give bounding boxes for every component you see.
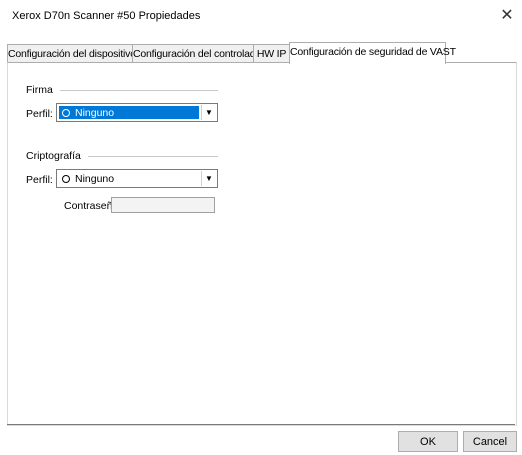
selection-area: Ninguno: [59, 172, 199, 185]
footer-divider: [7, 424, 515, 425]
cripto-profile-value: Ninguno: [75, 173, 115, 185]
tab-driver-settings[interactable]: Configuración del controlador: [132, 44, 265, 63]
cripto-profile-label: Perfil:: [26, 174, 53, 186]
tab-panel: Firma Perfil: Ninguno ▼ Criptografía Per…: [7, 62, 517, 426]
group-label-firma: Firma: [26, 84, 53, 96]
group-divider: [60, 90, 218, 91]
group-divider: [88, 156, 218, 157]
window-title: Xerox D70n Scanner #50 Propiedades: [12, 10, 201, 22]
firma-profile-select[interactable]: Ninguno ▼: [56, 103, 218, 122]
tab-device-settings[interactable]: Configuración del dispositivo: [7, 44, 136, 63]
cripto-profile-select[interactable]: Ninguno ▼: [56, 169, 218, 188]
title-bar: Xerox D70n Scanner #50 Propiedades ✕: [0, 0, 522, 34]
radio-icon: [62, 175, 70, 183]
chevron-down-icon[interactable]: ▼: [201, 105, 216, 120]
ok-button[interactable]: OK: [398, 431, 458, 452]
group-label-criptografia: Criptografía: [26, 150, 81, 162]
tab-vast-security[interactable]: Configuración de seguridad de VAST: [289, 42, 456, 64]
password-field[interactable]: [111, 197, 215, 213]
firma-profile-value: Ninguno: [75, 107, 115, 119]
cancel-button[interactable]: Cancel: [463, 431, 517, 452]
radio-icon: [62, 109, 70, 117]
close-icon[interactable]: ✕: [496, 4, 518, 28]
firma-profile-label: Perfil:: [26, 108, 53, 120]
selection-highlight: Ninguno: [59, 106, 199, 119]
chevron-down-icon[interactable]: ▼: [201, 171, 216, 186]
tab-hw-ip[interactable]: HW IP: [253, 44, 290, 63]
